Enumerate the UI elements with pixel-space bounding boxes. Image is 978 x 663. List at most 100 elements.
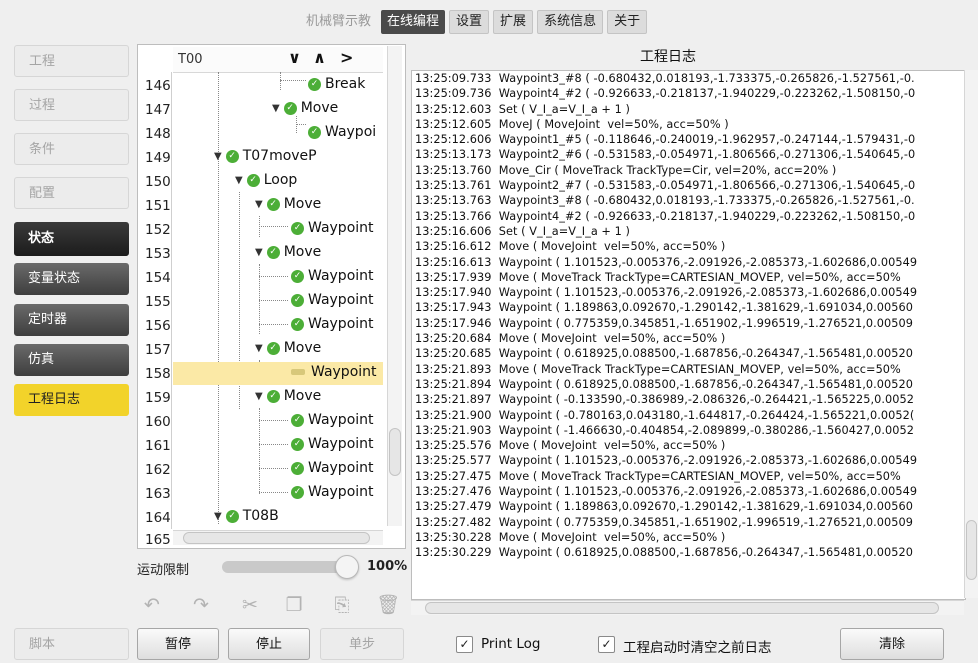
tree-node-break[interactable]: ✓ Break bbox=[308, 76, 365, 92]
expand-triangle-icon[interactable]: ▼ bbox=[255, 343, 263, 354]
expand-triangle-icon[interactable]: ▼ bbox=[235, 175, 243, 186]
speed-limit-slider-handle[interactable] bbox=[335, 555, 359, 579]
log-horizontal-scrollbar[interactable] bbox=[411, 600, 964, 615]
sidebar-item-project[interactable]: 工程 bbox=[14, 45, 129, 77]
speed-limit-slider[interactable] bbox=[222, 561, 352, 573]
tree-node-waypoint-selected[interactable]: Waypoint bbox=[291, 364, 377, 380]
tree-vertical-scrollbar[interactable] bbox=[387, 46, 402, 526]
log-line: 13:25:25.577 Waypoint ( 1.101523,-0.0053… bbox=[415, 454, 918, 468]
sidebar-item-config[interactable]: 配置 bbox=[14, 177, 129, 209]
expand-triangle-icon[interactable]: ▼ bbox=[255, 199, 263, 210]
log-line: 13:25:13.760 Move_Cir ( MoveTrack TrackT… bbox=[415, 163, 837, 177]
sidebar-item-timer[interactable]: 定时器 bbox=[14, 304, 129, 336]
pending-arrow-icon bbox=[291, 369, 305, 375]
line-number: 151 bbox=[145, 198, 171, 214]
log-line: 13:25:09.733 Waypoint3_#8 ( -0.680432,0.… bbox=[415, 72, 915, 85]
scrollbar-thumb[interactable] bbox=[183, 532, 370, 544]
tab-extensions[interactable]: 扩展 bbox=[493, 10, 534, 34]
scrollbar-thumb[interactable] bbox=[389, 428, 401, 476]
sidebar-item-condition[interactable]: 条件 bbox=[14, 133, 129, 165]
tree-node-waypoint[interactable]: ✓ Waypoint bbox=[291, 268, 374, 284]
clear-on-start-checkbox[interactable]: ✓ bbox=[598, 636, 615, 653]
tree-node-move[interactable]: ▼ ✓ Move bbox=[255, 340, 321, 356]
log-line: 13:25:17.943 Waypoint ( 1.189863,0.09267… bbox=[415, 301, 913, 315]
expand-triangle-icon[interactable]: ▼ bbox=[214, 511, 222, 522]
expand-triangle-icon[interactable]: ▼ bbox=[214, 151, 222, 162]
chevron-right-icon[interactable]: > bbox=[340, 48, 353, 67]
step-button[interactable]: 单步 bbox=[320, 628, 404, 660]
tree-node-t07movep[interactable]: ▼ ✓ T07moveP bbox=[214, 148, 317, 164]
tab-robot-teach[interactable]: 机械臂示教 bbox=[300, 10, 377, 34]
tree-node-waypoint[interactable]: ✓ Waypoint bbox=[291, 436, 374, 452]
paste-icon[interactable]: ⎘ bbox=[330, 593, 354, 617]
sidebar-item-procedure[interactable]: 过程 bbox=[14, 89, 129, 121]
tree-node-label: Waypoint bbox=[308, 436, 374, 452]
check-icon: ✓ bbox=[266, 341, 280, 355]
tree-node-label: Waypoint bbox=[308, 268, 374, 284]
tree-node-waypoint[interactable]: ✓ Waypoint bbox=[291, 412, 374, 428]
tree-horizontal-scrollbar[interactable] bbox=[173, 530, 383, 545]
stop-button[interactable]: 停止 bbox=[228, 628, 310, 660]
check-icon: ✓ bbox=[225, 509, 239, 523]
tree-node-move[interactable]: ▼ ✓ Move bbox=[272, 100, 338, 116]
redo-icon[interactable]: ↷ bbox=[189, 593, 213, 617]
tree-node-waypoint[interactable]: ✓ Waypoint bbox=[291, 316, 374, 332]
tree-node-waypoint[interactable]: ✓ Waypoi bbox=[308, 124, 376, 140]
line-number: 152 bbox=[145, 222, 171, 238]
expand-triangle-icon[interactable]: ▼ bbox=[272, 103, 280, 114]
tab-about[interactable]: 关于 bbox=[607, 10, 648, 34]
chevron-up-icon[interactable]: ∧ bbox=[313, 48, 326, 67]
top-tab-bar: 机械臂示教 在线编程 设置 扩展 系统信息 关于 bbox=[300, 10, 648, 34]
line-number: 159 bbox=[145, 390, 171, 406]
cut-icon[interactable]: ✂ bbox=[238, 593, 262, 617]
expand-triangle-icon[interactable]: ▼ bbox=[255, 391, 263, 402]
check-icon: ✓ bbox=[291, 461, 304, 475]
tree-node-waypoint[interactable]: ✓ Waypoint bbox=[291, 484, 374, 500]
tree-node-loop[interactable]: ▼ ✓ Loop bbox=[235, 172, 297, 188]
log-line: 13:25:13.763 Waypoint3_#8 ( -0.680432,0.… bbox=[415, 194, 915, 208]
line-number: 160 bbox=[145, 414, 171, 430]
copy-icon[interactable]: ❐ bbox=[282, 593, 306, 617]
tree-node-label: Waypoint bbox=[308, 484, 374, 500]
expand-triangle-icon[interactable]: ▼ bbox=[255, 247, 263, 258]
tab-online-programming[interactable]: 在线编程 bbox=[381, 10, 446, 34]
scrollbar-thumb[interactable] bbox=[425, 602, 939, 614]
tab-system-info[interactable]: 系统信息 bbox=[537, 10, 604, 34]
tree-node-waypoint[interactable]: ✓ Waypoint bbox=[291, 292, 374, 308]
sidebar-item-script[interactable]: 脚本 bbox=[14, 628, 129, 660]
tree-node-waypoint[interactable]: ✓ Waypoint bbox=[291, 220, 374, 236]
log-view[interactable]: 13:25:09.733 Waypoint3_#8 ( -0.680432,0.… bbox=[411, 70, 966, 600]
check-icon: ✓ bbox=[266, 245, 280, 259]
log-line: 13:25:21.893 Move ( MoveTrack TrackType=… bbox=[415, 362, 901, 376]
tree-node-label: Move bbox=[283, 340, 322, 356]
clear-button[interactable]: 清除 bbox=[840, 628, 944, 660]
tree-node-move[interactable]: ▼ ✓ Move bbox=[255, 196, 321, 212]
log-line: 13:25:27.482 Waypoint ( 0.775359,0.34585… bbox=[415, 515, 913, 529]
log-line: 13:25:30.229 Waypoint ( 0.618925,0.08850… bbox=[415, 546, 913, 560]
tree-node-move[interactable]: ▼ ✓ Move bbox=[255, 388, 321, 404]
tree-node-move[interactable]: ▼ ✓ Move bbox=[255, 244, 321, 260]
clear-on-start-label: 工程启动时清空之前日志 bbox=[623, 640, 772, 656]
log-line: 13:25:12.606 Waypoint1_#5 ( -0.118646,-0… bbox=[415, 133, 916, 147]
pause-button[interactable]: 暂停 bbox=[137, 628, 219, 660]
line-number: 153 bbox=[145, 246, 171, 262]
log-vertical-scrollbar[interactable] bbox=[964, 70, 978, 598]
tree-node-waypoint[interactable]: ✓ Waypoint bbox=[291, 460, 374, 476]
sidebar-item-project-log[interactable]: 工程日志 bbox=[14, 384, 129, 416]
tab-settings[interactable]: 设置 bbox=[449, 10, 490, 34]
tree-node-label: Waypoint bbox=[308, 460, 374, 476]
undo-icon[interactable]: ↶ bbox=[140, 593, 164, 617]
chevron-down-icon[interactable]: ∨ bbox=[288, 48, 301, 67]
log-line: 13:25:20.684 Move ( MoveJoint vel=50%, a… bbox=[415, 332, 726, 346]
delete-icon[interactable]: 🗑 bbox=[376, 593, 400, 617]
scrollbar-thumb[interactable] bbox=[966, 520, 977, 580]
check-icon: ✓ bbox=[283, 101, 297, 115]
tree-node-t08b[interactable]: ▼ ✓ T08B bbox=[214, 508, 279, 524]
print-log-checkbox[interactable]: ✓ bbox=[456, 636, 473, 653]
log-line: 13:25:13.173 Waypoint2_#6 ( -0.531583,-0… bbox=[415, 148, 916, 162]
line-number: 150 bbox=[145, 174, 171, 190]
sidebar-item-variable-status[interactable]: 变量状态 bbox=[14, 263, 129, 295]
sidebar-item-simulation[interactable]: 仿真 bbox=[14, 344, 129, 376]
tree-node-label: Waypoint bbox=[308, 412, 374, 428]
tree-header-label: T00 bbox=[178, 52, 203, 67]
